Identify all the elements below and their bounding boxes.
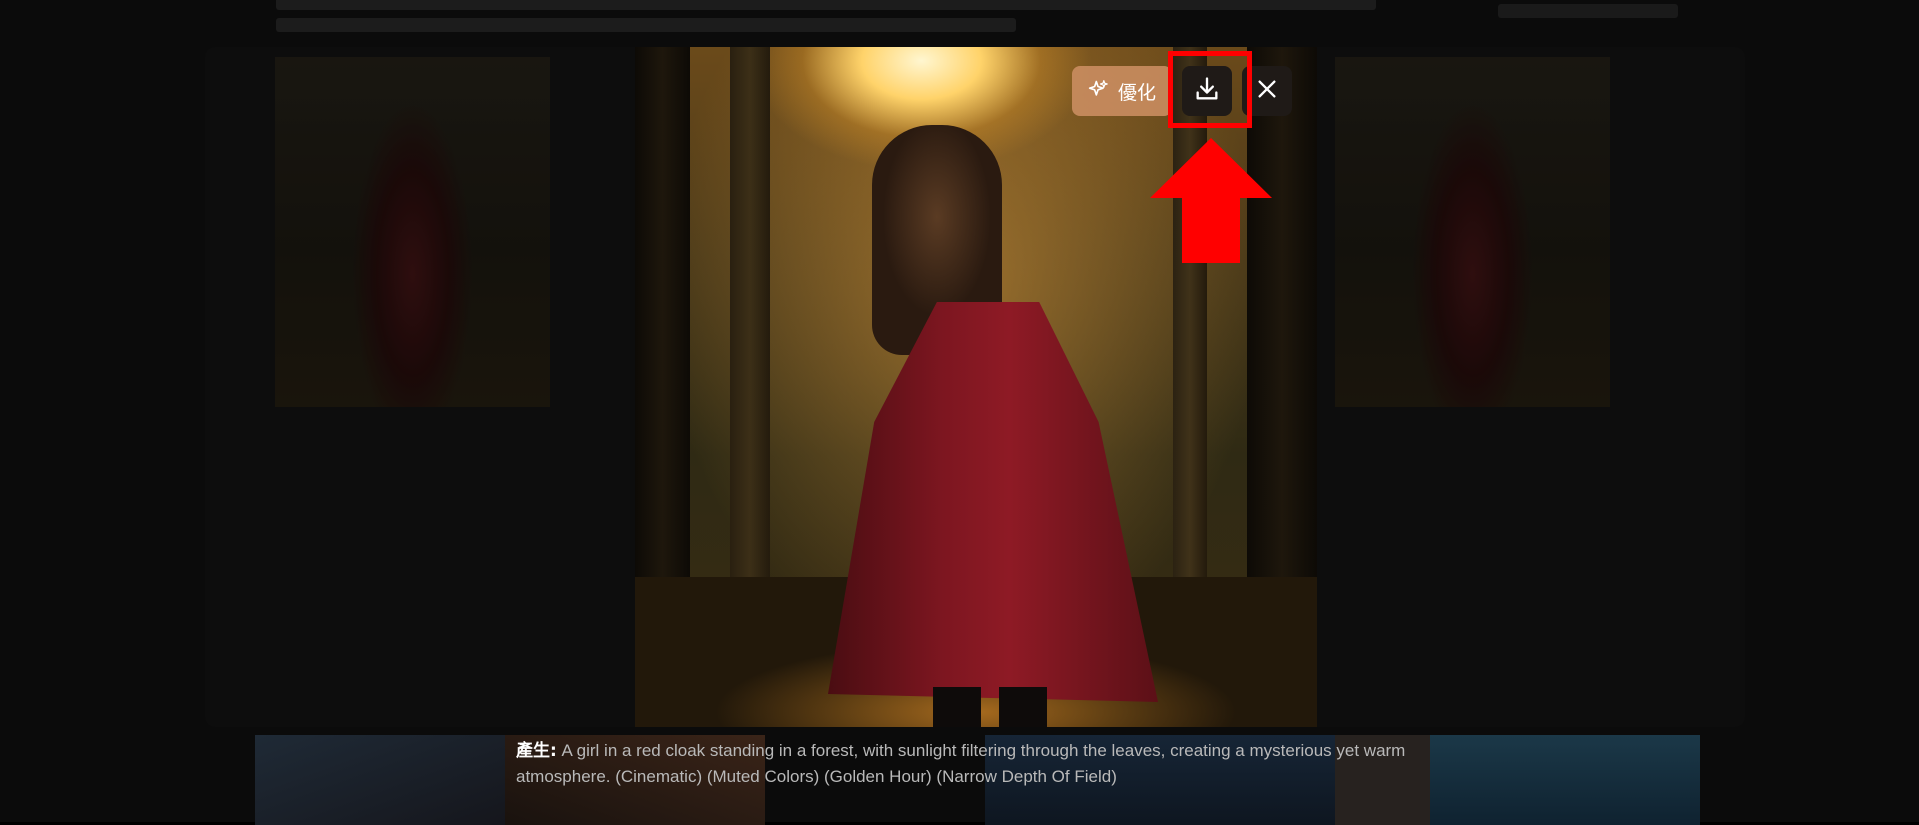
background-prompt-line [276, 18, 1016, 32]
background-thumbnail [1430, 735, 1700, 825]
tree-trunk [1173, 47, 1207, 607]
caption-text: A girl in a red cloak standing in a fore… [516, 741, 1406, 786]
red-cloak [828, 302, 1158, 702]
sparkle-icon [1088, 79, 1108, 104]
download-highlight-box [1168, 51, 1252, 128]
tree-trunk [730, 47, 770, 647]
prompt-caption: 產生: A girl in a red cloak standing in a … [516, 738, 1456, 789]
close-icon [1256, 78, 1278, 105]
previous-image [275, 57, 550, 407]
next-image [1335, 57, 1610, 407]
background-header-text [1498, 4, 1678, 18]
background-thumbnail [255, 735, 505, 825]
background-prompt-line [276, 0, 1376, 10]
caption-label: 產生: [516, 741, 557, 761]
previous-image-preview[interactable] [275, 47, 550, 727]
next-image-preview[interactable] [1335, 47, 1610, 727]
red-arrow-indicator [1150, 138, 1272, 263]
enhance-button[interactable]: 優化 [1072, 66, 1173, 116]
enhance-label: 優化 [1118, 81, 1157, 104]
girl-legs [933, 687, 1047, 727]
